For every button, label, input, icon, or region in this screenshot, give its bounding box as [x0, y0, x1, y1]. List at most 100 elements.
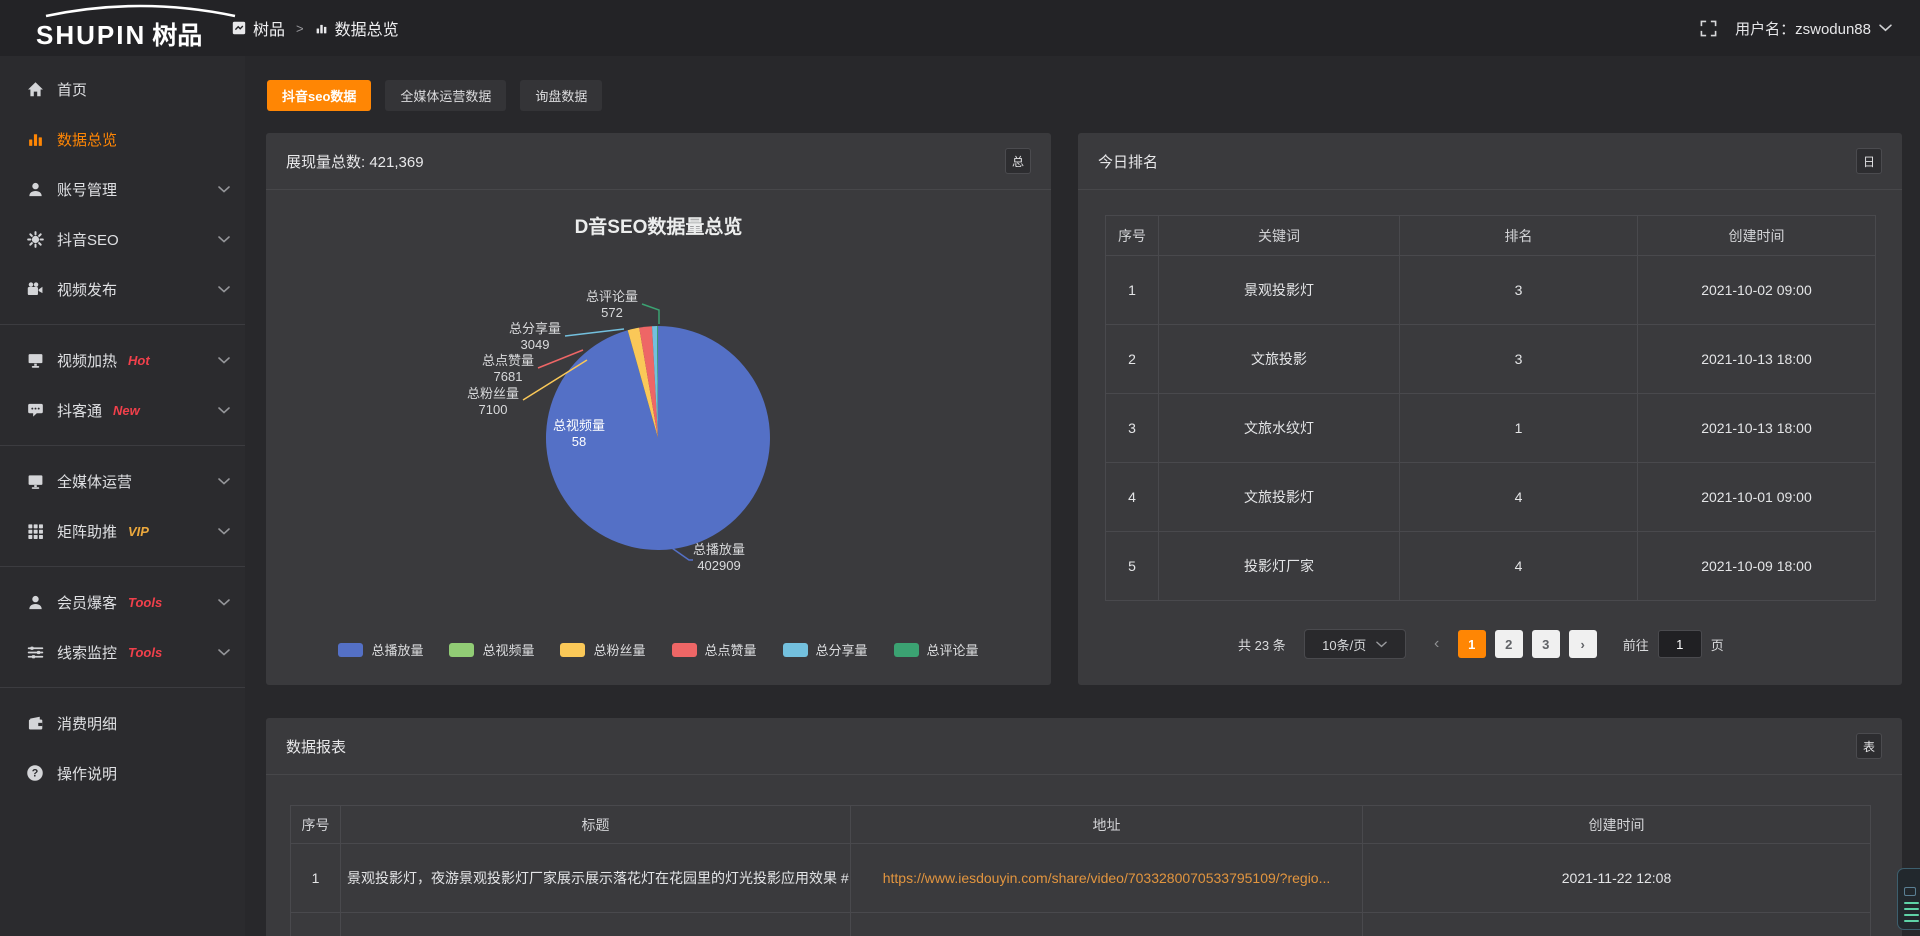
sidebar-badge: Tools	[128, 645, 162, 660]
sidebar-item-数据总览[interactable]: 数据总览	[0, 114, 245, 164]
fullscreen-icon[interactable]	[1700, 20, 1717, 37]
pagination: 共 23 条 10条/页 ‹ 123 › 前往 页	[1238, 629, 1724, 659]
top-header: SHUPIN 树品 树品 > 数据总览 用户名：zswodun88	[0, 0, 1920, 56]
tab-全媒体运营数据[interactable]: 全媒体运营数据	[385, 80, 506, 111]
sidebar-item-矩阵助推[interactable]: 矩阵助推VIP	[0, 506, 245, 556]
tab-询盘数据[interactable]: 询盘数据	[520, 80, 602, 111]
logo[interactable]: SHUPIN 树品	[36, 3, 256, 52]
chevron-down-icon	[218, 186, 230, 193]
daily-view-button[interactable]: 日	[1856, 148, 1882, 174]
sidebar-item-账号管理[interactable]: 账号管理	[0, 164, 245, 214]
video-icon	[26, 280, 44, 298]
sidebar-item-消费明细[interactable]: 消费明细	[0, 698, 245, 748]
sidebar-item-首页[interactable]: 首页	[0, 64, 245, 114]
sidebar-badge: Hot	[128, 353, 150, 368]
video-link[interactable]: https://www.iesdouyin.com/share/video/70…	[883, 870, 1331, 886]
sidebar-divider	[0, 687, 245, 688]
sidebar-item-label: 全媒体运营	[57, 471, 132, 492]
legend-item-总播放量[interactable]: 总播放量	[338, 640, 423, 659]
sidebar-item-label: 抖客通	[57, 400, 102, 421]
cell-time: 2021-10-02 09:00	[1638, 256, 1876, 325]
sidebar-item-label: 操作说明	[57, 763, 117, 784]
page-button-1[interactable]: 1	[1458, 630, 1486, 658]
ranking-panel: 今日排名 日 序号关键词排名创建时间 1 景观投影灯 3 2021-10-02 …	[1078, 133, 1902, 685]
sidebar-item-视频发布[interactable]: 视频发布	[0, 264, 245, 314]
sidebar-item-label: 线索监控	[57, 642, 117, 663]
goto-page-input[interactable]	[1658, 630, 1702, 658]
column-header: 序号	[291, 806, 341, 844]
sidebar-item-操作说明[interactable]: ?操作说明	[0, 748, 245, 798]
chevron-down-icon	[1376, 641, 1387, 648]
legend-swatch	[449, 643, 474, 657]
page-size-value: 10条/页	[1322, 635, 1366, 654]
legend-item-总评论量[interactable]: 总评论量	[894, 640, 979, 659]
app-square-icon	[232, 21, 246, 35]
chevron-down-icon	[218, 286, 230, 293]
legend-item-总视频量[interactable]: 总视频量	[449, 640, 534, 659]
ranking-table: 序号关键词排名创建时间 1 景观投影灯 3 2021-10-02 09:00 2…	[1105, 215, 1876, 601]
page-size-select[interactable]: 10条/页	[1304, 629, 1406, 659]
sidebar-item-视频加热[interactable]: 视频加热Hot	[0, 335, 245, 385]
home-icon	[26, 80, 44, 98]
chevron-down-icon	[218, 357, 230, 364]
cell-keyword: 景观投影灯	[1159, 256, 1400, 325]
cell-rank: 4	[1400, 463, 1638, 532]
app-root: SHUPIN 树品 树品 > 数据总览 用户名：zswodun88	[0, 0, 1920, 936]
table-row: 5 投影灯厂家 4 2021-10-09 18:00	[1106, 532, 1876, 601]
floating-widget[interactable]	[1897, 868, 1920, 930]
sidebar-item-抖客通[interactable]: 抖客通New	[0, 385, 245, 435]
widget-screen-icon	[1904, 887, 1916, 896]
column-header: 地址	[851, 806, 1363, 844]
page-button-2[interactable]: 2	[1495, 630, 1523, 658]
breadcrumb-root[interactable]: 树品	[232, 16, 285, 40]
pie-label-总评论量: 总评论量572	[586, 289, 638, 321]
sidebar-item-线索监控[interactable]: 线索监控 Tools	[0, 627, 245, 677]
pie-svg	[266, 190, 1051, 685]
legend-item-总分享量[interactable]: 总分享量	[783, 640, 868, 659]
legend-item-总粉丝量[interactable]: 总粉丝量	[560, 640, 645, 659]
cell-rank: 1	[1400, 394, 1638, 463]
page-button-3[interactable]: 3	[1532, 630, 1560, 658]
logo-text-cn: 树品	[152, 16, 202, 52]
user-icon	[26, 593, 44, 611]
table-row: 4 文旅投影灯 4 2021-10-01 09:00	[1106, 463, 1876, 532]
column-header: 排名	[1400, 216, 1638, 256]
pie-label-总粉丝量: 总粉丝量7100	[467, 386, 519, 418]
report-panel: 数据报表 表 序号标题地址创建时间 1 景观投影灯，夜游景观投影灯厂家展示展示落…	[266, 718, 1902, 936]
pie-label-总播放量: 总播放量402909	[693, 542, 745, 574]
sidebar-item-抖音SEO[interactable]: 抖音SEO	[0, 214, 245, 264]
cell-time: 2021-11-22 12:08	[1363, 844, 1871, 913]
cell-index: 5	[1106, 532, 1159, 601]
chevron-down-icon	[218, 407, 230, 414]
legend-swatch	[338, 643, 363, 657]
user-menu[interactable]: 用户名：zswodun88	[1735, 18, 1892, 39]
legend-item-总点赞量[interactable]: 总点赞量	[672, 640, 757, 659]
prev-page-button[interactable]: ‹	[1424, 635, 1450, 653]
sidebar-item-label: 数据总览	[57, 129, 117, 150]
cell-index: 1	[291, 844, 341, 913]
cell-url: https://www.iesdouyin.com/share/video/70…	[851, 844, 1363, 913]
sidebar-item-label: 账号管理	[57, 179, 117, 200]
breadcrumb-current[interactable]: 数据总览	[315, 16, 399, 40]
sidebar: 首页数据总览账号管理抖音SEO视频发布视频加热Hot抖客通New 全媒体运营矩阵助…	[0, 56, 245, 936]
wallet-icon	[26, 714, 44, 732]
topbar-right: 用户名：zswodun88	[1700, 0, 1892, 56]
sidebar-item-label: 会员爆客	[57, 592, 117, 613]
user-icon	[26, 180, 44, 198]
chevron-down-icon	[218, 236, 230, 243]
sidebar-divider	[0, 566, 245, 567]
next-page-button[interactable]: ›	[1569, 630, 1597, 658]
cell-time: 2021-10-13 18:00	[1638, 325, 1876, 394]
ranking-panel-header: 今日排名 日	[1078, 133, 1902, 190]
table-view-button[interactable]: 表	[1856, 733, 1882, 759]
chart-title: D音SEO数据量总览	[266, 212, 1051, 239]
pie-label-总视频量: 总视频量58	[529, 418, 629, 450]
sidebar-item-label: 首页	[57, 79, 87, 100]
tab-抖音seo数据[interactable]: 抖音seo数据	[267, 80, 371, 111]
sidebar-item-全媒体运营[interactable]: 全媒体运营	[0, 456, 245, 506]
column-header: 标题	[341, 806, 851, 844]
chevron-down-icon	[1879, 24, 1892, 32]
sidebar-item-会员爆客[interactable]: 会员爆客Tools	[0, 577, 245, 627]
total-view-button[interactable]: 总	[1005, 148, 1031, 174]
legend-swatch	[560, 643, 585, 657]
